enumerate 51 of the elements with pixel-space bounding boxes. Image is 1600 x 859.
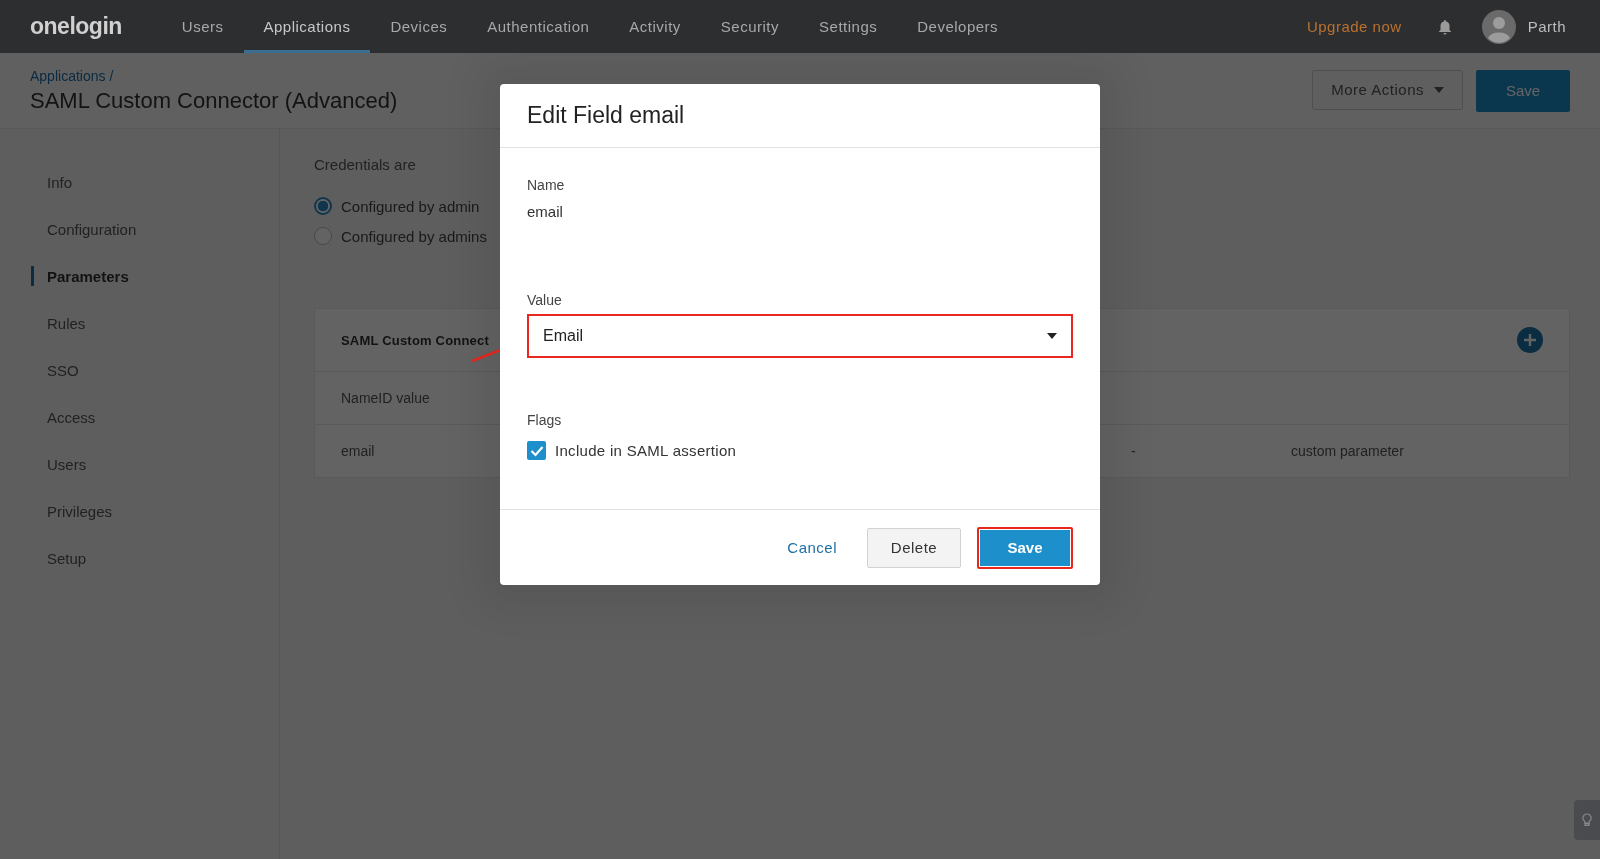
breadcrumb-link[interactable]: Applications / bbox=[30, 67, 398, 84]
nav-tab[interactable]: Security bbox=[700, 0, 800, 53]
nav-tab[interactable]: Settings bbox=[799, 0, 898, 53]
lightbulb-icon bbox=[1582, 813, 1592, 827]
radio-label: Configured by admins bbox=[341, 227, 487, 245]
logo[interactable]: onelogin bbox=[30, 13, 122, 40]
table-title: SAML Custom Connect bbox=[341, 332, 489, 348]
radio-button[interactable] bbox=[314, 197, 332, 215]
credentials-label: Credentials are bbox=[314, 156, 417, 173]
sidebar-item[interactable]: Privileges bbox=[31, 488, 279, 535]
field-label: Value bbox=[527, 292, 563, 308]
save-button[interactable]: Save bbox=[1476, 69, 1570, 112]
upgrade-link[interactable]: Upgrade now bbox=[1306, 18, 1402, 35]
checkbox-label: Include in SAML assertion bbox=[555, 442, 737, 459]
avatar-icon[interactable] bbox=[1481, 9, 1516, 44]
page-title: SAML Custom Connector (Advanced) bbox=[30, 87, 398, 114]
field-label: Flags bbox=[527, 412, 563, 428]
bell-icon[interactable] bbox=[1437, 18, 1452, 35]
sidebar-item[interactable]: Configuration bbox=[31, 206, 279, 253]
sidebar-item[interactable]: Info bbox=[31, 159, 279, 206]
user-name[interactable]: Parth bbox=[1527, 18, 1566, 35]
sidebar-item[interactable]: Parameters bbox=[31, 266, 279, 286]
radio-button[interactable] bbox=[314, 227, 332, 245]
nav-tab[interactable]: Developers bbox=[897, 0, 1019, 53]
tip-tab[interactable] bbox=[1574, 800, 1600, 840]
table-cell: NameID value bbox=[341, 390, 430, 406]
cancel-button[interactable]: Cancel bbox=[773, 539, 851, 556]
table-cell: - bbox=[1131, 443, 1136, 459]
delete-button[interactable]: Delete bbox=[867, 527, 961, 568]
nav-tab[interactable]: Authentication bbox=[467, 0, 610, 53]
save-button[interactable]: Save bbox=[977, 526, 1073, 569]
radio-label: Configured by admin bbox=[341, 197, 480, 215]
table-cell: email bbox=[341, 443, 375, 459]
field-label: Name bbox=[527, 177, 566, 193]
table-cell: custom parameter bbox=[1291, 443, 1404, 459]
sidebar-item[interactable]: Users bbox=[31, 441, 279, 488]
more-actions-button[interactable]: More Actions bbox=[1312, 69, 1463, 110]
sidebar-item[interactable]: Access bbox=[31, 394, 279, 441]
caret-icon bbox=[1047, 333, 1057, 339]
checkbox[interactable] bbox=[527, 441, 546, 460]
sidebar-item[interactable]: Rules bbox=[31, 300, 279, 347]
nav-tab[interactable]: Devices bbox=[370, 0, 468, 53]
caret-icon bbox=[1434, 86, 1444, 93]
sidebar-item[interactable]: Setup bbox=[31, 535, 279, 582]
nav-tab[interactable]: Activity bbox=[609, 0, 701, 53]
dialog-title: Edit Field email bbox=[500, 84, 1100, 148]
nav-tab[interactable]: Users bbox=[161, 0, 244, 53]
value-dropdown[interactable]: Email bbox=[527, 314, 1073, 358]
field-value: email bbox=[527, 203, 564, 220]
sidebar-item[interactable]: SSO bbox=[31, 347, 279, 394]
add-icon[interactable] bbox=[1517, 327, 1543, 353]
